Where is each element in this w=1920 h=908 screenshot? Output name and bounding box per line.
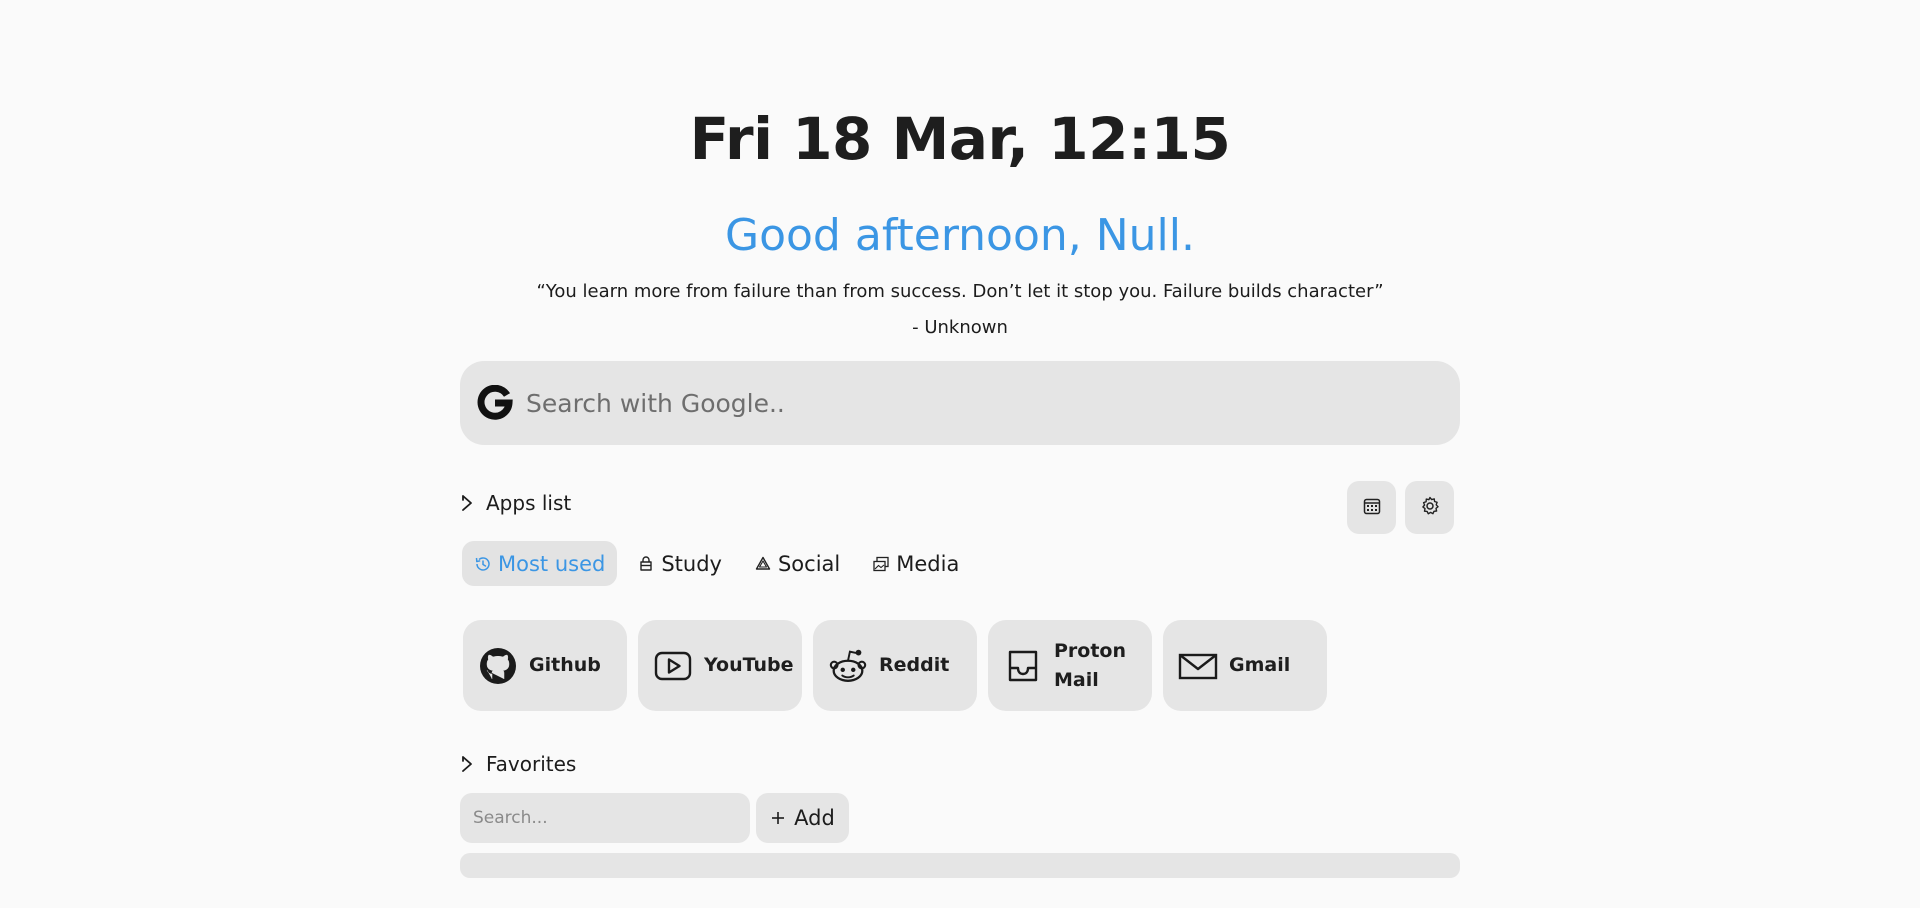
app-label: Gmail [1229,654,1291,676]
gear-icon [1420,496,1440,520]
app-tile-gmail[interactable]: Gmail [1163,620,1327,711]
favorites-toggle[interactable]: Favorites [460,749,576,779]
tab-social[interactable]: Social [742,541,852,586]
google-icon[interactable] [476,384,514,422]
apps-grid: Github YouTube Reddit Proton Mail Gmail [463,620,1338,711]
greeting-text: Good afternoon, Null. [725,210,1195,261]
app-tile-youtube[interactable]: YouTube [638,620,802,711]
recycle-icon [754,555,772,573]
backpack-icon [637,555,655,573]
github-icon [477,645,519,687]
images-icon [872,555,890,573]
add-label: Add [794,806,835,830]
app-tile-reddit[interactable]: Reddit [813,620,977,711]
app-tile-proton-mail[interactable]: Proton Mail [988,620,1152,711]
tab-label: Study [661,551,722,576]
chevron-right-icon [460,753,478,775]
apps-category-tabs: Most used Study Social Media [462,541,979,586]
inbox-icon [1002,645,1044,687]
mail-icon [1177,645,1219,687]
search-bar[interactable] [460,361,1460,445]
tab-label: Most used [498,551,606,576]
app-label: Reddit [879,654,950,676]
calendar-button[interactable] [1347,481,1396,534]
tab-study[interactable]: Study [625,541,734,586]
apps-list-title: Apps list [486,491,572,515]
date-time-clock: Fri 18 Mar, 12:15 [689,105,1231,173]
chevron-right-icon [460,492,478,514]
add-favorite-button[interactable]: Add [756,793,849,843]
quote-author: - Unknown [912,317,1008,338]
calendar-icon [1363,497,1381,519]
apps-list-toggle[interactable]: Apps list [460,488,571,518]
favorites-title: Favorites [486,752,577,776]
search-input[interactable] [524,387,1428,419]
new-tab-page: Fri 18 Mar, 12:15 Good afternoon, Null. … [0,0,1920,908]
tab-label: Media [896,551,960,576]
youtube-icon [652,645,694,687]
favorites-search-input[interactable] [460,793,750,843]
tab-label: Social [777,551,841,576]
app-label: Proton Mail [1054,639,1127,691]
quote-text: “You learn more from failure than from s… [536,281,1384,302]
favorites-controls: Add [460,793,849,843]
favorites-list [460,853,1460,878]
settings-button[interactable] [1405,481,1454,534]
app-tile-github[interactable]: Github [463,620,627,711]
app-label: Github [529,654,601,676]
reddit-icon [827,645,869,687]
app-label: YouTube [704,654,794,676]
plus-icon [770,810,786,826]
history-icon [474,555,492,573]
tab-most-used[interactable]: Most used [462,541,618,586]
tab-media[interactable]: Media [860,541,971,586]
